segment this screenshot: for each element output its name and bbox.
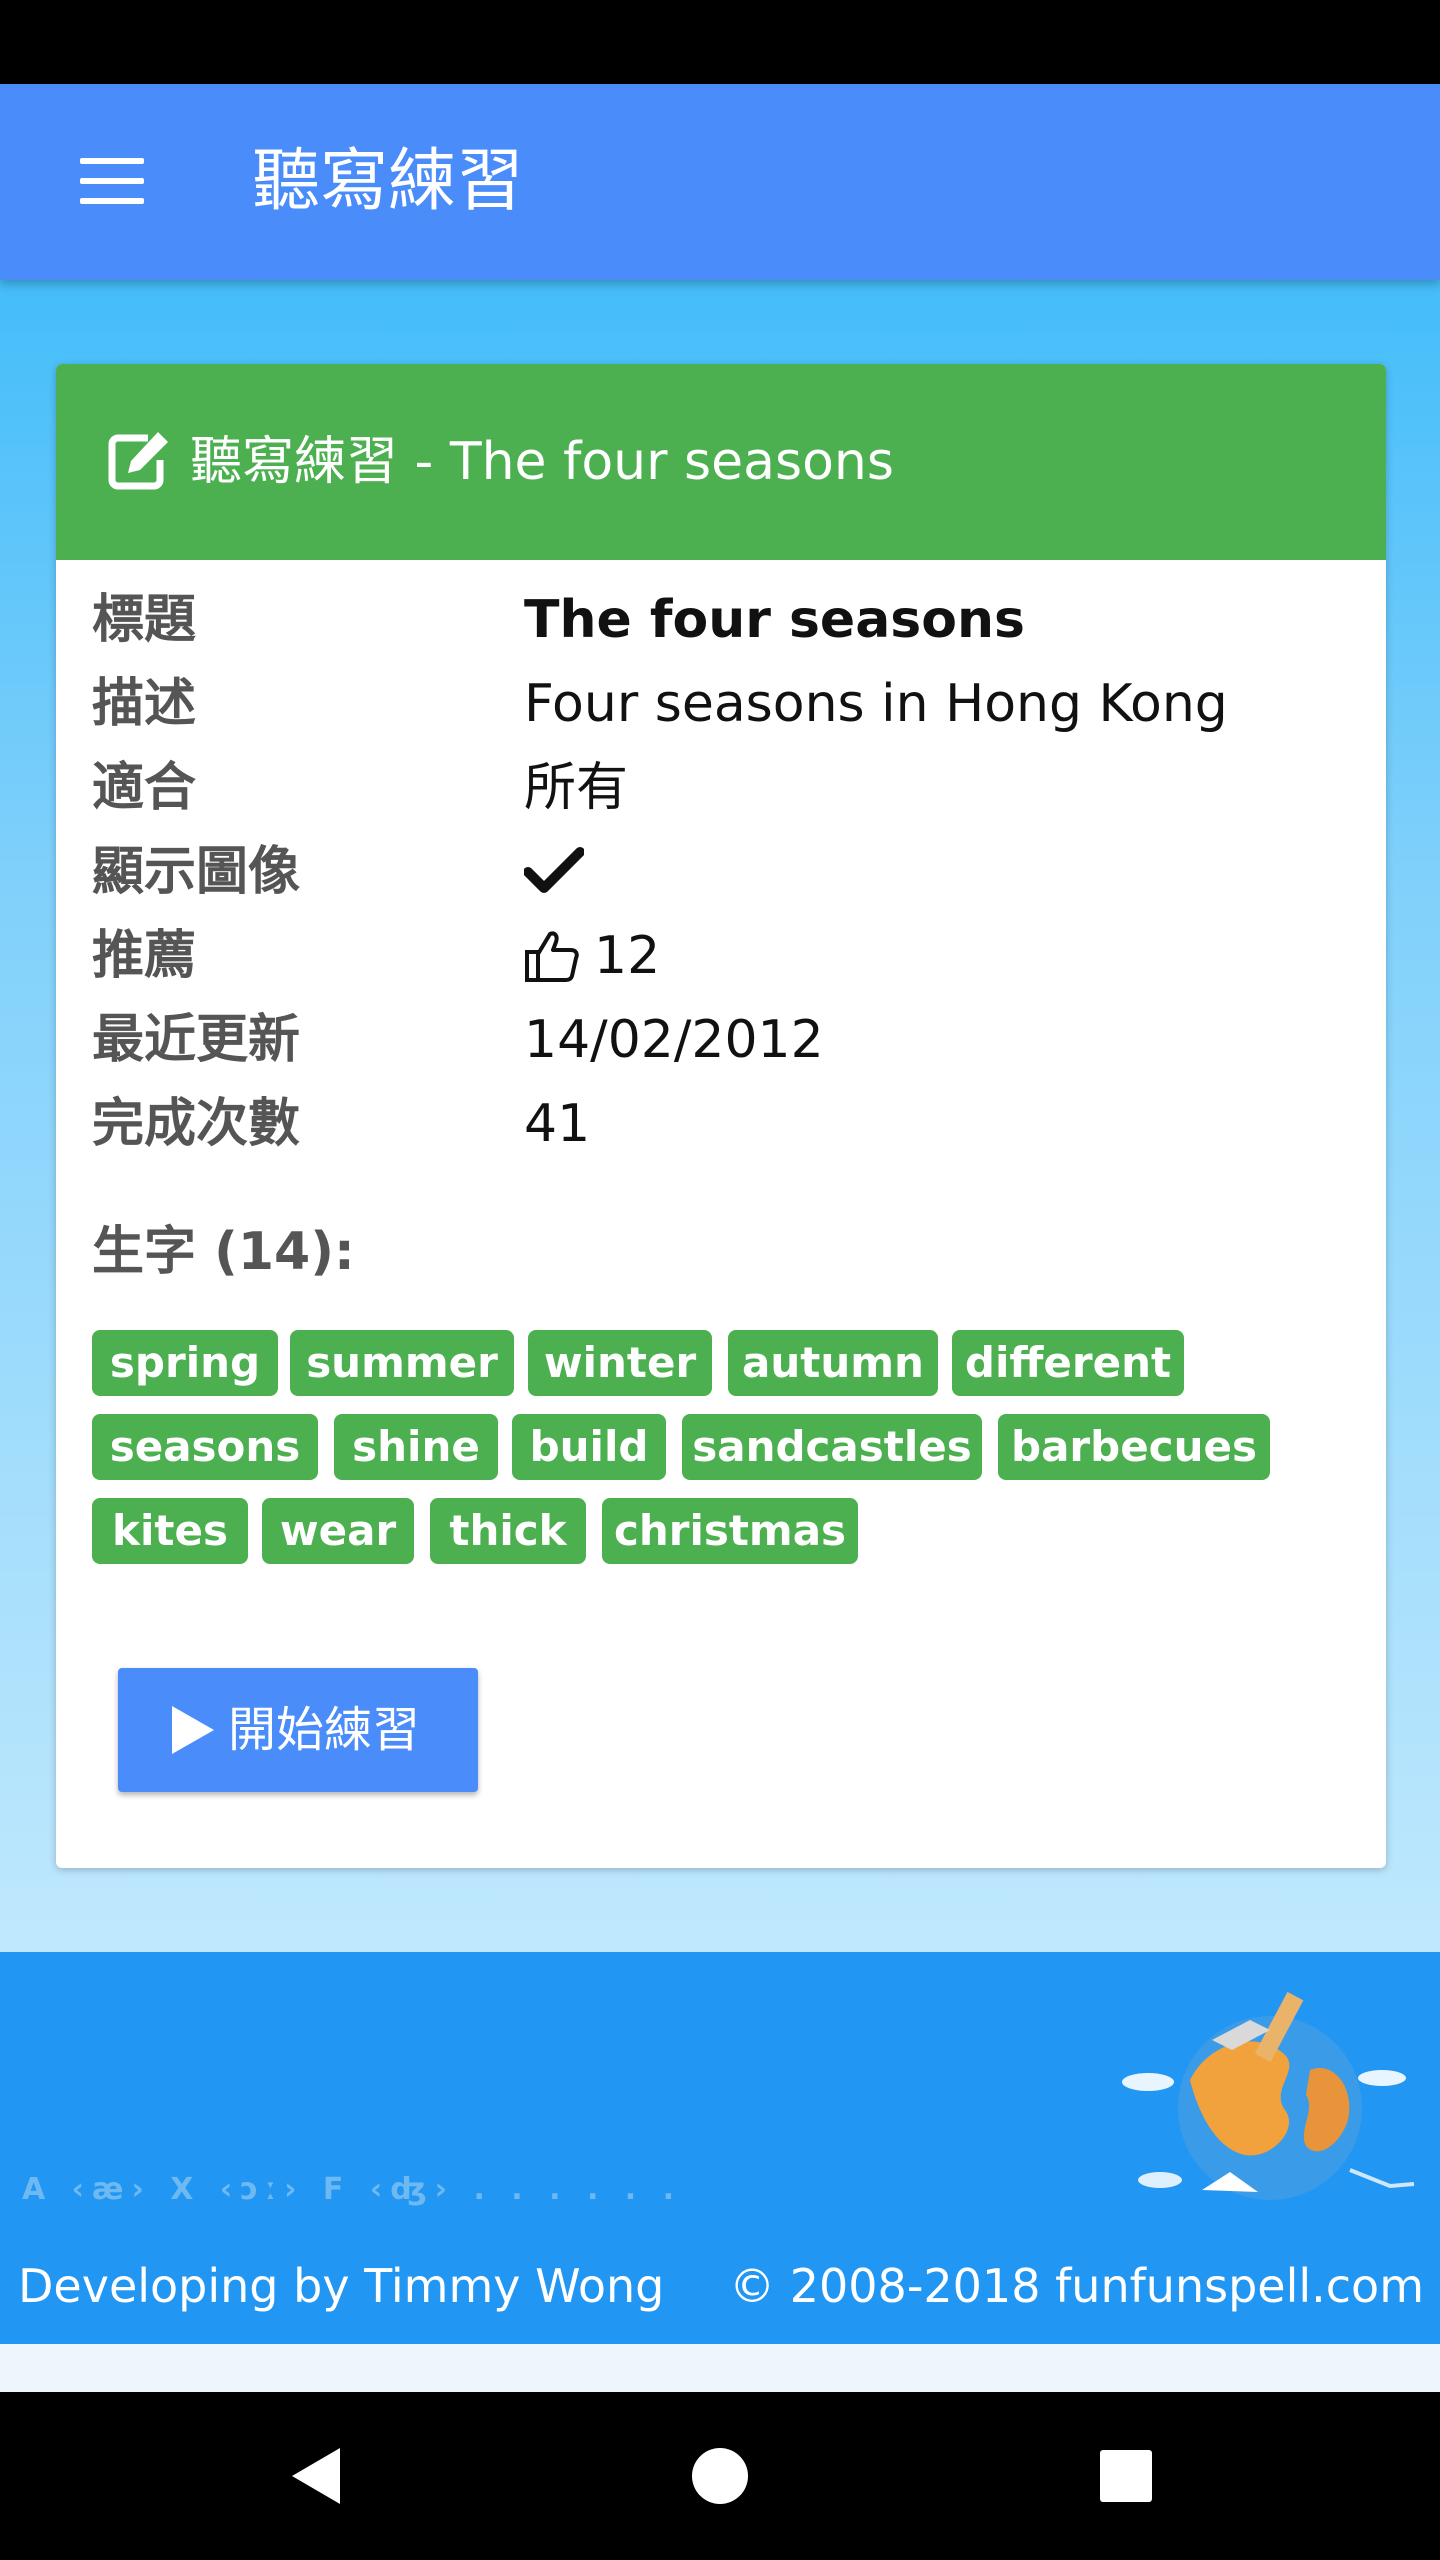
home-circle-icon[interactable] — [680, 2436, 760, 2516]
copyright: © 2008-2018 funfunspell.com — [729, 2259, 1424, 2313]
row-title: 標題 The four seasons — [92, 578, 1352, 662]
word-tag[interactable]: build — [512, 1414, 666, 1480]
status-bar — [0, 0, 1440, 84]
word-tag[interactable]: seasons — [92, 1414, 318, 1480]
word-tag[interactable]: barbecues — [998, 1414, 1270, 1480]
start-practice-button[interactable]: 開始練習 — [118, 1668, 478, 1792]
word-tag[interactable]: autumn — [728, 1330, 938, 1396]
row-title-label: 標題 — [92, 590, 197, 650]
system-nav-bar — [0, 2392, 1440, 2560]
row-last-updated: 最近更新 14/02/2012 — [92, 998, 1352, 1082]
edit-icon — [108, 432, 168, 490]
row-completed-value: 41 — [524, 1094, 591, 1154]
word-tag[interactable]: thick — [430, 1498, 586, 1564]
app-bar: 聽寫練習 — [0, 84, 1440, 280]
row-description-value: Four seasons in Hong Kong — [524, 674, 1228, 734]
phonetic-strip: A ‹æ› X ‹ɔː› F ‹ʤ› . . . . . . — [22, 2172, 683, 2207]
card-header: 聽寫練習 - The four seasons — [56, 364, 1386, 560]
row-completed: 完成次數 41 — [92, 1082, 1352, 1166]
row-last-updated-value: 14/02/2012 — [524, 1010, 824, 1070]
word-tag[interactable]: winter — [528, 1330, 712, 1396]
globe-illustration — [1122, 1991, 1415, 2200]
word-tag[interactable]: spring — [92, 1330, 278, 1396]
hamburger-menu-icon[interactable] — [80, 158, 144, 206]
footer: A ‹æ› X ‹ɔː› F ‹ʤ› . . . . . . Developin… — [0, 1952, 1440, 2344]
card-title: 聽寫練習 - The four seasons — [190, 432, 894, 492]
row-show-images-label: 顯示圖像 — [92, 842, 301, 902]
thumbs-up-icon — [525, 931, 579, 982]
word-tag[interactable]: different — [952, 1330, 1184, 1396]
recents-square-icon[interactable] — [1086, 2436, 1166, 2516]
row-last-updated-label: 最近更新 — [92, 1010, 301, 1070]
row-suitable-label: 適合 — [92, 758, 197, 818]
row-show-images: 顯示圖像 — [92, 830, 1352, 914]
row-suitable-value: 所有 — [524, 758, 629, 818]
word-tag[interactable]: wear — [262, 1498, 414, 1564]
row-description: 描述 Four seasons in Hong Kong — [92, 662, 1352, 746]
developer-credit: Developing by Timmy Wong — [18, 2259, 665, 2313]
row-suitable: 適合 所有 — [92, 746, 1352, 830]
page-bottom — [0, 2344, 1440, 2392]
row-title-value: The four seasons — [524, 590, 1025, 650]
row-recommend: 推薦 12 — [92, 914, 1352, 998]
word-tag[interactable]: shine — [334, 1414, 498, 1480]
content-area: 聽寫練習 - The four seasons 標題 The four seas… — [0, 280, 1440, 1952]
word-tag[interactable]: kites — [92, 1498, 248, 1564]
check-icon — [524, 847, 584, 893]
word-tag[interactable]: sandcastles — [682, 1414, 982, 1480]
words-heading: 生字 (14): — [92, 1222, 355, 1282]
start-practice-label: 開始練習 — [228, 1702, 421, 1758]
play-icon — [172, 1706, 214, 1754]
word-tag[interactable]: summer — [290, 1330, 514, 1396]
row-recommend-label: 推薦 — [92, 926, 197, 986]
dictation-card: 聽寫練習 - The four seasons 標題 The four seas… — [56, 364, 1386, 1868]
word-tag[interactable]: christmas — [602, 1498, 858, 1564]
back-triangle-icon[interactable] — [280, 2436, 360, 2516]
likes-count: 12 — [594, 926, 661, 986]
row-description-label: 描述 — [92, 674, 197, 734]
app-title: 聽寫練習 — [252, 142, 525, 221]
row-completed-label: 完成次數 — [92, 1094, 301, 1154]
